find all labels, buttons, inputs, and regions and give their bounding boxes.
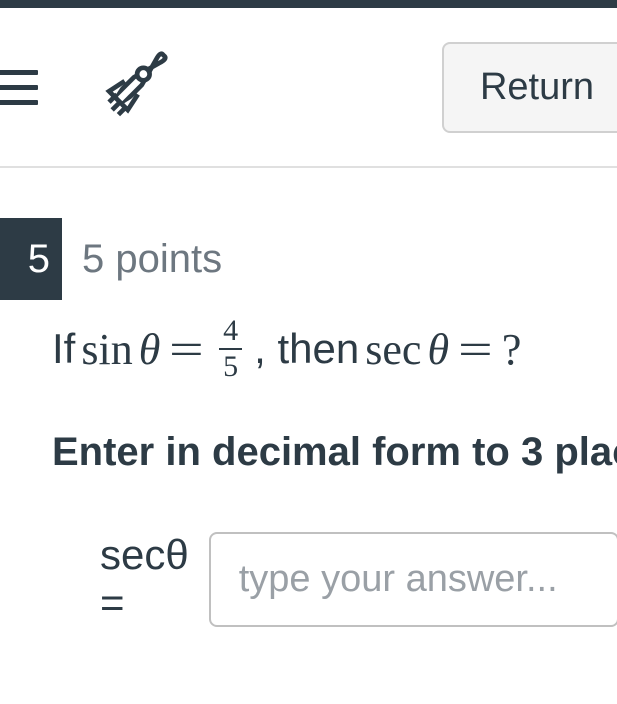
sin-function: sin bbox=[81, 324, 132, 375]
answer-label: secθ = bbox=[100, 531, 189, 627]
menu-icon[interactable] bbox=[0, 70, 40, 105]
answer-row: secθ = bbox=[0, 475, 617, 627]
question-content: 5 5 points If sin θ = 4 5 , then sec θ =… bbox=[0, 168, 617, 627]
header: Return bbox=[0, 8, 617, 168]
equals-sign: = bbox=[169, 324, 204, 375]
top-bar bbox=[0, 0, 617, 8]
question-number: 5 bbox=[0, 218, 62, 300]
theta-symbol-2: θ bbox=[427, 324, 449, 375]
points-label: 5 points bbox=[82, 237, 222, 282]
fraction-numerator: 4 bbox=[219, 316, 242, 350]
sec-function: sec bbox=[365, 324, 421, 375]
fraction-denominator: 5 bbox=[223, 350, 238, 382]
question-prefix: If bbox=[52, 325, 75, 373]
return-button[interactable]: Return bbox=[442, 42, 617, 133]
question-text: If sin θ = 4 5 , then sec θ = ? bbox=[0, 300, 617, 382]
question-header: 5 5 points bbox=[0, 218, 617, 300]
question-mark: ? bbox=[502, 324, 522, 375]
instruction-text: Enter in decimal form to 3 places bbox=[0, 382, 617, 475]
theta-symbol: θ bbox=[139, 324, 161, 375]
rocket-icon bbox=[95, 46, 173, 129]
fraction-four-fifths: 4 5 bbox=[219, 316, 242, 382]
equals-sign-2: = bbox=[458, 324, 493, 375]
question-middle: , then bbox=[254, 325, 359, 373]
answer-input[interactable] bbox=[209, 532, 617, 627]
